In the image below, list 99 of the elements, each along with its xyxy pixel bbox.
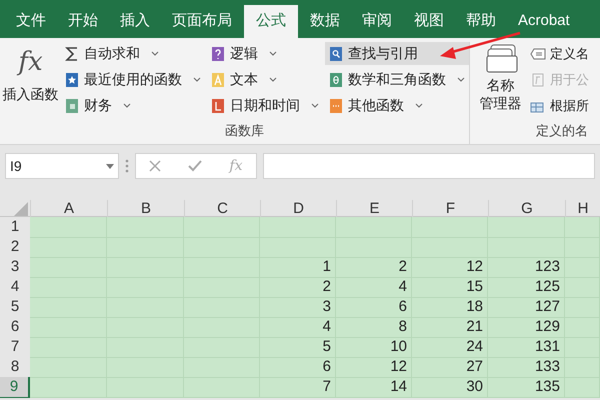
- function-category-button[interactable]: 逻辑: [207, 42, 323, 65]
- book-icon: [65, 98, 79, 112]
- table-cell: [565, 377, 600, 398]
- ribbon-tab[interactable]: 页面布局: [162, 5, 242, 38]
- calendar-book-icon: [211, 98, 225, 112]
- column-header[interactable]: B: [107, 200, 184, 217]
- table-cell: 125: [488, 277, 565, 298]
- function-category-button[interactable]: 财务: [61, 94, 205, 117]
- ribbon-tab[interactable]: 审阅: [352, 5, 402, 38]
- table-cell: 131: [488, 337, 565, 358]
- table-cell: 5: [260, 337, 336, 358]
- row-header[interactable]: 5: [0, 297, 30, 318]
- insert-function-button[interactable]: fx 插入函数: [0, 42, 61, 114]
- cell-reference: I9: [10, 156, 22, 176]
- table-cell: 21: [412, 317, 488, 338]
- function-category-button[interactable]: 自动求和: [61, 42, 205, 65]
- table-cell: 1: [260, 257, 336, 278]
- row-header[interactable]: 9: [0, 377, 30, 398]
- function-category-button[interactable]: 最近使用的函数: [61, 68, 205, 91]
- text-book-icon: [211, 72, 225, 86]
- chevron-down-icon: [311, 103, 319, 108]
- column-header[interactable]: C: [184, 200, 260, 217]
- star-book-icon: [65, 72, 79, 86]
- table-cell: 24: [412, 337, 488, 358]
- table-cell: [565, 217, 600, 238]
- function-category-button[interactable]: 查找与引用: [325, 42, 469, 65]
- chevron-down-icon: [457, 77, 465, 82]
- row-header[interactable]: 8: [0, 357, 30, 378]
- group-label: 函数库: [224, 122, 265, 140]
- chevron-down-icon: [151, 51, 159, 56]
- column-header[interactable]: E: [336, 200, 412, 217]
- name-command-button[interactable]: 根据所: [530, 94, 589, 117]
- row-header[interactable]: 4: [0, 277, 30, 298]
- tag-stack-icon: [485, 42, 519, 74]
- table-cell: 123: [488, 257, 565, 278]
- grip-icon: [125, 159, 129, 173]
- table-cell: 18: [412, 297, 488, 318]
- function-category-button[interactable]: 其他函数: [325, 94, 469, 117]
- chevron-down-icon: [269, 51, 277, 56]
- table-cell: 12: [336, 357, 412, 378]
- name-box[interactable]: I9: [5, 153, 119, 179]
- question-book-icon: [211, 46, 225, 60]
- table-cell: 12: [412, 257, 488, 278]
- table-cell: 6: [336, 297, 412, 318]
- ribbon-tab[interactable]: 视图: [404, 5, 454, 38]
- table-cell: 14: [336, 377, 412, 398]
- chevron-down-icon: [123, 103, 131, 108]
- column-header[interactable]: G: [488, 200, 565, 217]
- chevron-down-icon: [269, 77, 277, 82]
- row-header[interactable]: 3: [0, 257, 30, 278]
- tag-icon: [530, 48, 546, 60]
- fx-tag-icon: [530, 72, 546, 86]
- column-header[interactable]: F: [412, 200, 488, 217]
- table-cell: 30: [412, 377, 488, 398]
- ribbon-tab[interactable]: 插入: [110, 5, 160, 38]
- table-cell: 135: [488, 377, 565, 398]
- theta-book-icon: [329, 72, 343, 86]
- table-cell: 133: [488, 357, 565, 378]
- table-cell: 6: [260, 357, 336, 378]
- dots-book-icon: [329, 98, 343, 112]
- ribbon-tab[interactable]: 帮助: [456, 5, 506, 38]
- table-cell: 7: [260, 377, 336, 398]
- function-category-button[interactable]: 日期和时间: [207, 94, 323, 117]
- ribbon-tab[interactable]: 开始: [58, 5, 108, 38]
- chevron-down-icon: [415, 103, 423, 108]
- name-manager-button[interactable]: 名称管理器: [476, 42, 528, 114]
- row-header[interactable]: 2: [0, 237, 30, 258]
- table-cell: 127: [488, 297, 565, 318]
- magnifier-book-icon: [329, 46, 343, 60]
- cancel-icon[interactable]: [149, 160, 162, 172]
- sigma-icon: [65, 46, 79, 60]
- enter-icon[interactable]: [188, 160, 202, 172]
- function-category-button[interactable]: 文本: [207, 68, 323, 91]
- column-header[interactable]: D: [260, 200, 336, 217]
- table-cell: 10: [336, 337, 412, 358]
- formula-field[interactable]: [263, 153, 595, 179]
- table-cell: 2: [260, 277, 336, 298]
- chevron-down-icon: [193, 77, 201, 82]
- table-cell: 8: [336, 317, 412, 338]
- name-command-button[interactable]: 定义名: [530, 42, 589, 65]
- function-category-button[interactable]: 数学和三角函数: [325, 68, 469, 91]
- table-cell: 4: [336, 277, 412, 298]
- row-header[interactable]: 7: [0, 337, 30, 358]
- ribbon-tab[interactable]: Acrobat: [508, 5, 580, 38]
- row-header[interactable]: 6: [0, 317, 30, 338]
- column-header[interactable]: A: [30, 200, 107, 217]
- table-cell: 3: [260, 297, 336, 318]
- group-label: 定义的名: [535, 122, 589, 140]
- table-cell: 2: [336, 257, 412, 278]
- table-cell: 129: [488, 317, 565, 338]
- dropdown-icon: [106, 164, 114, 168]
- table-cell: 15: [412, 277, 488, 298]
- column-header[interactable]: H: [565, 200, 600, 217]
- row-header[interactable]: 1: [0, 217, 30, 238]
- table-cell: 27: [412, 357, 488, 378]
- ribbon-tab[interactable]: 公式: [244, 5, 298, 38]
- table-cell: 4: [260, 317, 336, 338]
- ribbon-tab[interactable]: 文件: [6, 5, 56, 38]
- ribbon-tab[interactable]: 数据: [300, 5, 350, 38]
